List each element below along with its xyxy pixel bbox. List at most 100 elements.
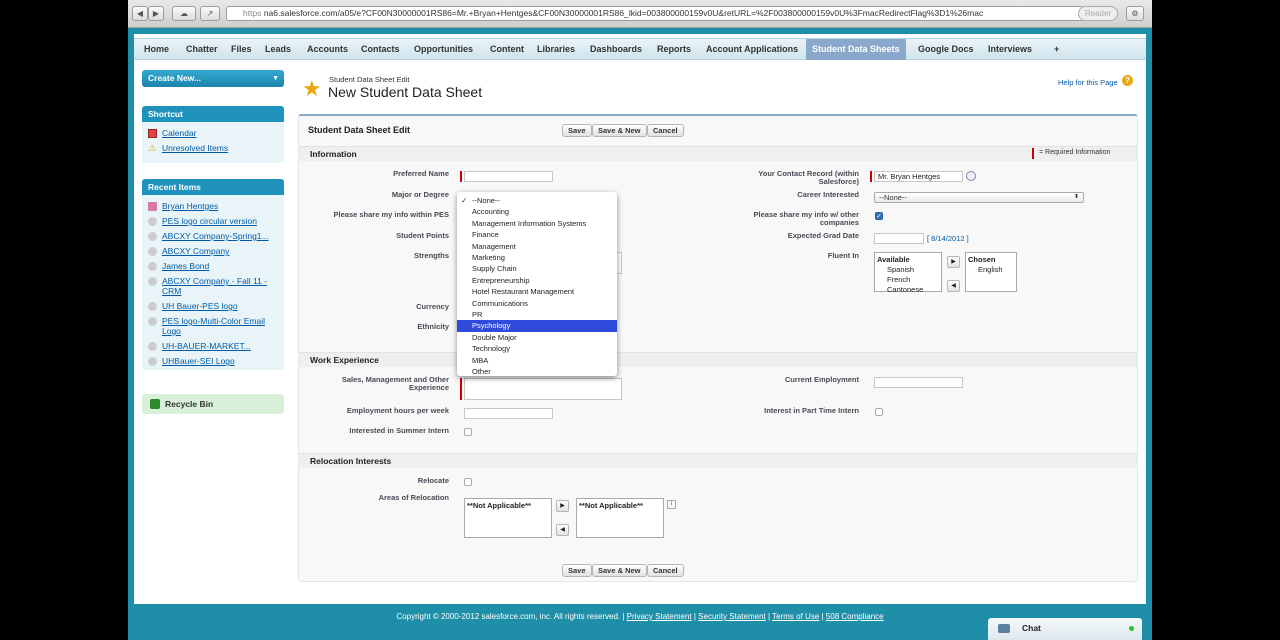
recent-item[interactable]: PES logo-Multi-Color Email Logo <box>142 314 284 339</box>
major-option[interactable]: Management <box>457 241 617 252</box>
save-new-button-top[interactable]: Save & New <box>592 124 647 137</box>
cancel-button-top[interactable]: Cancel <box>647 124 684 137</box>
fluent-available-list[interactable]: Available Spanish French Cantonese <box>874 252 942 295</box>
help-link[interactable]: Help for this Page <box>1058 78 1118 87</box>
major-option[interactable]: Management Information Systems <box>457 218 617 229</box>
recycle-bin-link[interactable]: Recycle Bin <box>142 394 284 414</box>
share-icon[interactable]: ↗ <box>200 6 220 21</box>
employment-hours-input[interactable] <box>464 408 553 419</box>
shortcut-unresolved-items[interactable]: ⚠ Unresolved Items <box>142 141 284 156</box>
chat-widget[interactable]: Chat <box>988 618 1142 640</box>
list-item[interactable]: **Not Applicable** <box>467 501 549 511</box>
relocation-chosen-list[interactable]: **Not Applicable** <box>576 498 664 538</box>
info-icon[interactable]: i <box>667 500 676 509</box>
major-dropdown-menu[interactable]: ✓ --None-- Accounting Management Informatio… <box>457 192 617 376</box>
tab-account-applications[interactable]: Account Applications <box>706 39 798 60</box>
tab-contacts[interactable]: Contacts <box>361 39 400 60</box>
recent-item[interactable]: ABCXY Company-Spring1... <box>142 229 284 244</box>
grad-date-today-link[interactable]: [ 8/14/2012 ] <box>927 234 969 243</box>
tab-google-docs[interactable]: Google Docs <box>918 39 974 60</box>
major-option[interactable]: ✓ --None-- <box>457 195 617 206</box>
major-option[interactable]: Other <box>457 366 617 377</box>
list-item[interactable]: English <box>968 265 1014 275</box>
tab-accounts[interactable]: Accounts <box>307 39 348 60</box>
list-item[interactable]: Cantonese <box>877 285 939 295</box>
save-button-bottom[interactable]: Save <box>562 564 592 577</box>
summer-checkbox[interactable] <box>464 428 472 436</box>
help-icon[interactable]: ? <box>1122 75 1133 86</box>
major-option[interactable]: Accounting <box>457 206 617 217</box>
tab--[interactable]: + <box>1054 39 1059 60</box>
major-option[interactable]: Technology <box>457 343 617 354</box>
grad-date-input[interactable] <box>874 233 924 244</box>
reader-button[interactable]: Reader <box>1078 6 1118 21</box>
list-item[interactable]: French <box>877 275 939 285</box>
cloud-icon[interactable]: ☁ <box>172 6 196 21</box>
tab-libraries[interactable]: Libraries <box>537 39 575 60</box>
save-button-top[interactable]: Save <box>562 124 592 137</box>
online-status-icon <box>1129 626 1134 631</box>
terms-link[interactable]: Terms of Use <box>772 612 819 621</box>
tab-leads[interactable]: Leads <box>265 39 291 60</box>
tab-files[interactable]: Files <box>231 39 252 60</box>
major-option[interactable]: Supply Chain <box>457 263 617 274</box>
tab-opportunities[interactable]: Opportunities <box>414 39 473 60</box>
major-option-label: Psychology <box>472 321 511 331</box>
recent-item[interactable]: UH Bauer-PES logo <box>142 299 284 314</box>
add-arrow-icon[interactable]: ▶ <box>556 500 569 512</box>
security-link[interactable]: Security Statement <box>698 612 766 621</box>
major-option[interactable]: Hotel Restaurant Management <box>457 286 617 297</box>
recent-item[interactable]: UHBauer-SEI Logo <box>142 354 284 369</box>
create-new-button[interactable]: Create New... ▼ <box>142 70 284 87</box>
tab-content[interactable]: Content <box>490 39 524 60</box>
recent-item[interactable]: UH-BAUER-MARKET... <box>142 339 284 354</box>
save-new-button-bottom[interactable]: Save & New <box>592 564 647 577</box>
major-option[interactable]: MBA <box>457 355 617 366</box>
major-option[interactable]: Marketing <box>457 252 617 263</box>
major-option[interactable]: Communications <box>457 298 617 309</box>
document-icon <box>148 302 157 311</box>
relocation-available-list[interactable]: **Not Applicable** <box>464 498 552 538</box>
part-time-checkbox[interactable] <box>875 408 883 416</box>
settings-gear-icon[interactable]: ⚙ <box>1126 6 1144 21</box>
preferred-name-input[interactable] <box>464 171 553 182</box>
recent-item[interactable]: Bryan Hentges <box>142 199 284 214</box>
tab-interviews[interactable]: Interviews <box>988 39 1032 60</box>
add-arrow-icon[interactable]: ▶ <box>947 256 960 268</box>
tab-reports[interactable]: Reports <box>657 39 691 60</box>
list-item[interactable]: Spanish <box>877 265 939 275</box>
remove-arrow-icon[interactable]: ◀ <box>947 280 960 292</box>
major-option[interactable]: PR <box>457 309 617 320</box>
recent-item[interactable]: PES logo circular version <box>142 214 284 229</box>
address-bar[interactable]: https na6.salesforce.com/a05/e?CF00N3000… <box>226 6 1084 21</box>
share-other-checkbox[interactable]: ✓ <box>875 212 883 220</box>
recent-item[interactable]: James Bond <box>142 259 284 274</box>
major-option[interactable]: Double Major <box>457 332 617 343</box>
tab-dashboards[interactable]: Dashboards <box>590 39 642 60</box>
forward-icon[interactable]: ▶ <box>148 6 164 21</box>
remove-arrow-icon[interactable]: ◀ <box>556 524 569 536</box>
contact-record-input[interactable]: Mr. Bryan Hentges <box>874 171 963 182</box>
career-select[interactable]: --None-- ⬍ <box>874 192 1084 203</box>
current-employment-input[interactable] <box>874 377 963 388</box>
compliance-link[interactable]: 508 Compliance <box>826 612 884 621</box>
lookup-magnifier-icon[interactable] <box>966 171 976 181</box>
cancel-button-bottom[interactable]: Cancel <box>647 564 684 577</box>
tab-home[interactable]: Home <box>144 39 169 60</box>
major-option[interactable]: Psychology <box>457 320 617 332</box>
major-option[interactable]: Finance <box>457 229 617 240</box>
tab-student-data-sheets[interactable]: Student Data Sheets <box>806 39 906 60</box>
major-option[interactable]: Entrepreneurship <box>457 275 617 286</box>
list-item[interactable]: **Not Applicable** <box>579 501 661 511</box>
shortcut-calendar[interactable]: Calendar <box>142 126 284 141</box>
tab-chatter[interactable]: Chatter <box>186 39 218 60</box>
relocate-checkbox[interactable] <box>464 478 472 486</box>
fluent-chosen-list[interactable]: Chosen English <box>965 252 1017 292</box>
shortcut-label: Calendar <box>162 128 197 138</box>
available-header: Available <box>877 255 910 264</box>
sales-experience-textarea[interactable] <box>464 378 622 400</box>
recent-item[interactable]: ABCXY Company - Fall 11 - CRM <box>142 274 284 299</box>
back-icon[interactable]: ◀ <box>132 6 148 21</box>
recent-item[interactable]: ABCXY Company <box>142 244 284 259</box>
privacy-link[interactable]: Privacy Statement <box>627 612 692 621</box>
